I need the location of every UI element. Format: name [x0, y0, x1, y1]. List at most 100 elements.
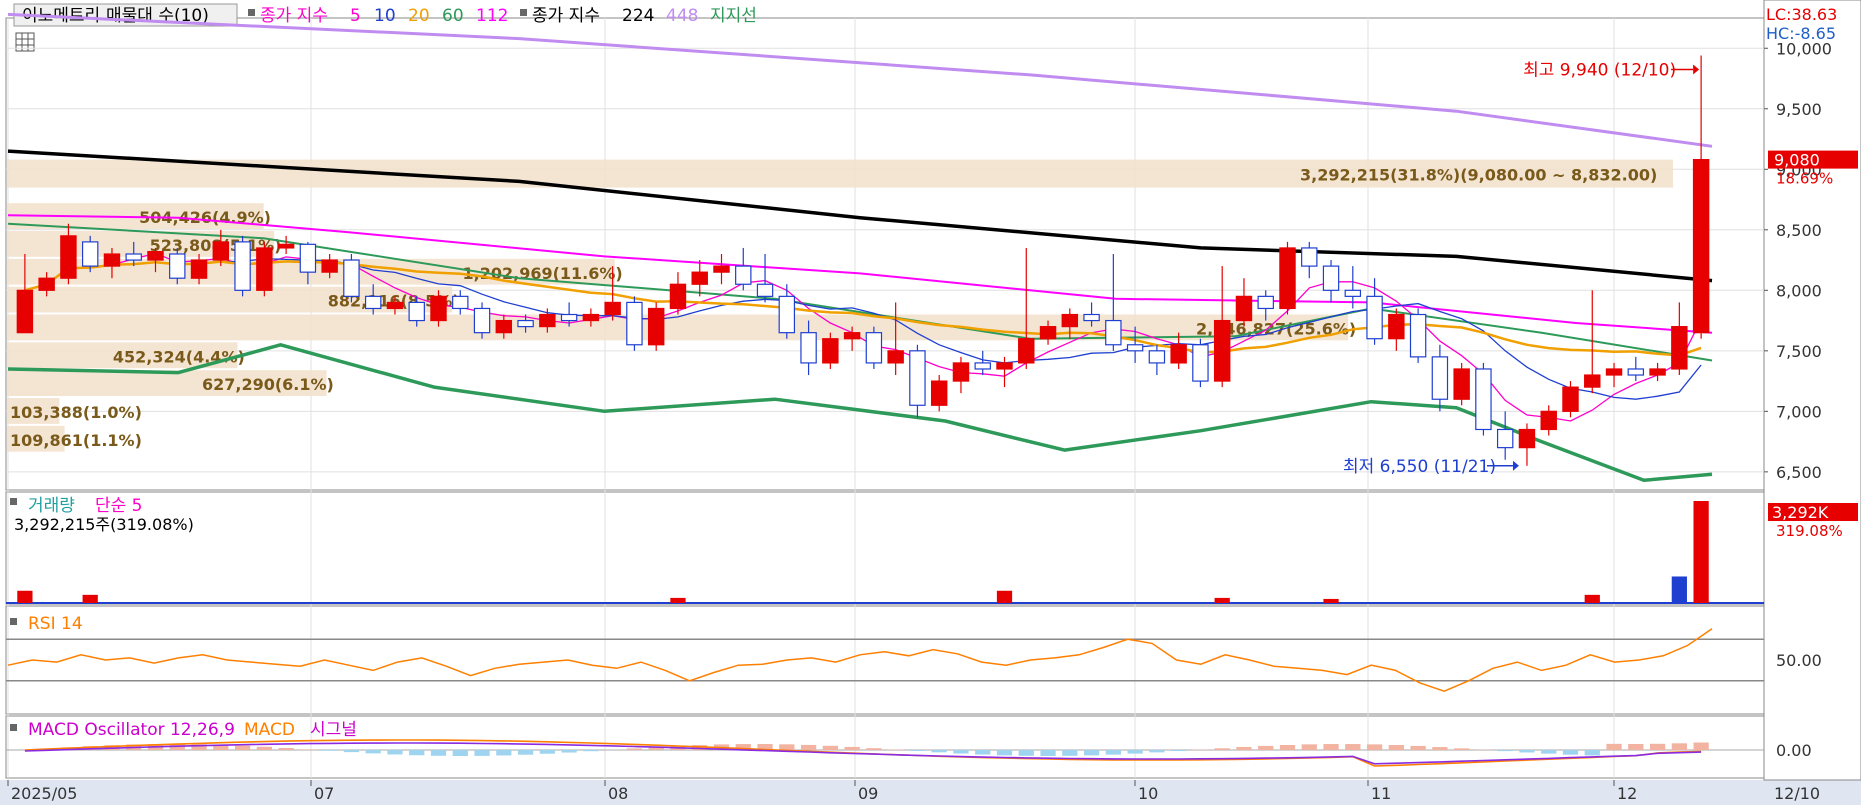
macd-histogram-bar [1019, 750, 1034, 756]
macd-osc-label: MACD Oscillator 12,26,9 [28, 720, 235, 740]
current-change-label: 18.69% [1776, 170, 1833, 188]
price-tick-label: 8,000 [1776, 281, 1822, 300]
candle-body [1215, 321, 1230, 382]
macd-histogram-bar [1367, 744, 1382, 750]
candle-body [627, 302, 642, 344]
legend-ma-prefix: 종가 지수 [260, 6, 328, 26]
candle-body [844, 333, 859, 339]
macd-histogram-bar [1389, 745, 1404, 750]
price-tick-label: 6,500 [1776, 463, 1822, 482]
macd-legend-marker [10, 724, 17, 731]
volume-profile-label: 627,290(6.1%) [202, 375, 334, 394]
macd-histogram-bar [235, 746, 250, 750]
volume-profile-label: 3,292,215(31.8%)(9,080.00 ~ 8,832.00) [1300, 166, 1657, 185]
macd-histogram-bar [1585, 750, 1600, 755]
candle-body [431, 296, 446, 320]
candle-body [1367, 296, 1382, 338]
macd-histogram-bar [366, 750, 381, 753]
candle-body [1193, 345, 1208, 381]
macd-histogram-bar [627, 748, 642, 750]
legend-ma-224: 224 [622, 6, 654, 26]
candle-body [540, 315, 555, 327]
candle-body [1345, 290, 1360, 296]
macd-histogram-bar [540, 750, 555, 754]
macd-histogram-bar [1432, 747, 1447, 750]
volume-bar [1672, 576, 1687, 603]
macd-histogram-bar [278, 748, 293, 750]
candle-body [670, 284, 685, 308]
macd-histogram-bar [1693, 743, 1708, 750]
x-axis-bar [0, 780, 1861, 805]
volume-bar [1215, 598, 1230, 603]
volume-profile-label: 103,388(1.0%) [10, 403, 142, 422]
macd-histogram-bar [1171, 750, 1186, 751]
candle-body [605, 302, 620, 314]
macd-histogram-bar [1323, 744, 1338, 750]
rsi-panel [6, 606, 1764, 714]
candle-body [1323, 266, 1338, 290]
macd-histogram-bar [1215, 748, 1230, 750]
candle-body [235, 242, 250, 290]
legend-ma-20: 20 [408, 6, 430, 26]
candle-body [366, 296, 381, 308]
rsi-label: RSI 14 [28, 614, 83, 634]
candle-body [1410, 315, 1425, 357]
candle-body [866, 333, 881, 363]
legend-ma-5: 5 [350, 6, 361, 26]
candle-body [757, 284, 772, 296]
volume-panel [6, 492, 1764, 604]
macd-histogram-bar [257, 747, 272, 750]
macd-histogram-bar [1498, 750, 1513, 751]
candle-body [1236, 296, 1251, 320]
macd-histogram-bar [932, 750, 947, 752]
candle-body [561, 315, 576, 321]
macd-axis-label: 0.00 [1776, 741, 1812, 760]
legend-support: 지지선 [710, 6, 757, 26]
macd-histogram-bar [1258, 746, 1273, 750]
volume-bar [83, 595, 98, 603]
macd-histogram-bar [344, 750, 359, 752]
macd-histogram-bar [953, 750, 968, 754]
candle-body [953, 363, 968, 381]
macd-histogram-bar [518, 750, 533, 755]
macd-histogram-bar [322, 750, 337, 751]
candle-body [1127, 345, 1142, 351]
candle-body [148, 252, 163, 260]
legend-ma-10: 10 [374, 6, 396, 26]
macd-signal-label: 시그널 [310, 720, 357, 740]
rsi-axis-label: 50.00 [1776, 651, 1822, 670]
x-tick-label: 08 [608, 784, 628, 803]
candle-body [126, 254, 141, 260]
macd-histogram-bar [823, 746, 838, 750]
candle-body [1650, 369, 1665, 375]
current-price-label: 9,080 [1774, 151, 1820, 170]
candle-body [1476, 369, 1491, 430]
macd-histogram-bar [474, 750, 489, 756]
candle-body [975, 363, 990, 369]
candle-body [83, 242, 98, 266]
candle-body [932, 381, 947, 405]
candle-body [1149, 351, 1164, 363]
candle-body [736, 266, 751, 284]
rsi-legend-marker [10, 618, 17, 625]
candle-body [191, 260, 206, 278]
candle-body [1498, 429, 1513, 447]
macd-histogram-bar [409, 750, 424, 755]
candle-body [910, 351, 925, 405]
macd-histogram-bar [1606, 744, 1621, 750]
candle-body [1628, 369, 1643, 375]
candle-body [1084, 315, 1099, 321]
candle-body [1389, 315, 1404, 339]
legend-ma-112: 112 [476, 6, 508, 26]
candle-body [888, 351, 903, 363]
macd-histogram-bar [1040, 750, 1055, 756]
macd-histogram-bar [300, 749, 315, 750]
candle-body [779, 296, 794, 332]
candle-body [1280, 248, 1295, 309]
volume-bar [1585, 595, 1600, 603]
macd-histogram-bar [1519, 750, 1534, 752]
macd-histogram-bar [1541, 750, 1556, 754]
macd-histogram-bar [1106, 750, 1121, 755]
candle-body [1062, 315, 1077, 327]
volume-current-text: 3,292,215주(319.08%) [14, 515, 194, 534]
